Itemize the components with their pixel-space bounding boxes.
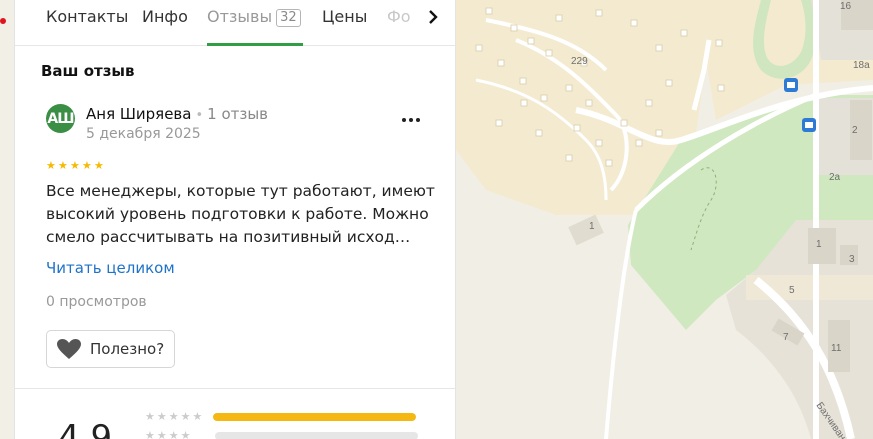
star-icon: ★ — [58, 159, 68, 172]
organization-panel: Контакты Инфо Отзывы 32 Цены Фо Ваш отзыв… — [14, 0, 456, 439]
star-icon: ★ — [70, 159, 80, 172]
rating-bar-row[interactable]: ★ ★ ★ ★ ★ — [145, 410, 417, 423]
tab-reviews-label: Отзывы — [207, 7, 273, 26]
chevron-right-icon — [429, 10, 438, 24]
tab-contacts-label: Контакты — [46, 7, 129, 26]
useful-label: Полезно? — [90, 340, 165, 358]
avatar[interactable]: АШ — [46, 104, 75, 133]
read-more-link[interactable]: Читать целиком — [46, 259, 175, 277]
map-label: 16 — [840, 1, 852, 12]
map-label: 7 — [783, 332, 789, 343]
tab-photos[interactable]: Фо — [387, 7, 411, 26]
author-review-count: 1 отзыв — [207, 105, 269, 123]
more-dots-icon — [402, 118, 420, 122]
rating-bar-stars: ★ ★ ★ ★ ★ — [145, 410, 203, 423]
map-label: 18а — [853, 60, 870, 71]
active-tab-indicator — [207, 43, 303, 46]
your-review-title: Ваш отзыв — [41, 62, 135, 80]
tab-photos-label: Фо — [387, 7, 411, 26]
tab-prices[interactable]: Цены — [322, 7, 367, 26]
tab-info[interactable]: Инфо — [142, 7, 188, 26]
review-text: Все менеджеры, которые тут работают, име… — [46, 182, 435, 246]
rating-bar-fill — [213, 412, 417, 421]
map-canvas[interactable]: 16 229 18а 2 2а 1 1 3 5 7 11 Бахчиван — [456, 0, 873, 439]
tab-reviews[interactable]: Отзывы 32 — [207, 7, 301, 27]
more-options-button[interactable] — [397, 106, 425, 132]
map-label: 229 — [571, 56, 588, 67]
author-name[interactable]: Аня Ширяева — [86, 105, 191, 123]
map-label: 5 — [789, 285, 795, 296]
rating-bar-track — [213, 412, 417, 421]
star-icon: ★ — [94, 159, 104, 172]
reviews-count-badge: 32 — [276, 9, 301, 27]
tab-contacts[interactable]: Контакты — [46, 7, 128, 26]
separator-dot: • — [195, 108, 204, 123]
review-date: 5 декабря 2025 — [86, 126, 201, 142]
rating-bar-stars: ★ ★ ★ ★ — [145, 429, 191, 439]
map-label: 11 — [831, 343, 842, 354]
useful-button[interactable]: Полезно? — [46, 330, 175, 368]
heart-icon — [57, 339, 81, 359]
review-author-line: Аня Ширяева • 1 отзыв — [86, 105, 268, 123]
rating-bar-row[interactable]: ★ ★ ★ ★ — [145, 430, 418, 439]
map-label: 2 — [852, 125, 858, 136]
star-icon: ★ — [46, 159, 56, 172]
tab-bar: Контакты Инфо Отзывы 32 Цены Фо — [15, 0, 455, 46]
review-rating-stars: ★ ★ ★ ★ ★ — [46, 160, 105, 171]
rating-bar-track — [214, 431, 418, 439]
tabs-scroll-button[interactable] — [421, 5, 445, 29]
location-marker-dot — [0, 18, 6, 24]
map-label: 2а — [829, 172, 841, 183]
section-divider — [15, 388, 455, 389]
tab-prices-label: Цены — [322, 7, 368, 26]
map-label: 3 — [849, 254, 855, 265]
views-count: 0 просмотров — [46, 294, 147, 310]
map-label: 1 — [589, 221, 595, 232]
tab-info-label: Инфо — [142, 7, 188, 26]
star-icon: ★ — [82, 159, 92, 172]
map[interactable]: 16 229 18а 2 2а 1 1 3 5 7 11 Бахчиван — [456, 0, 873, 439]
overall-rating: 4.9 — [58, 418, 113, 439]
map-label: 1 — [816, 239, 822, 250]
